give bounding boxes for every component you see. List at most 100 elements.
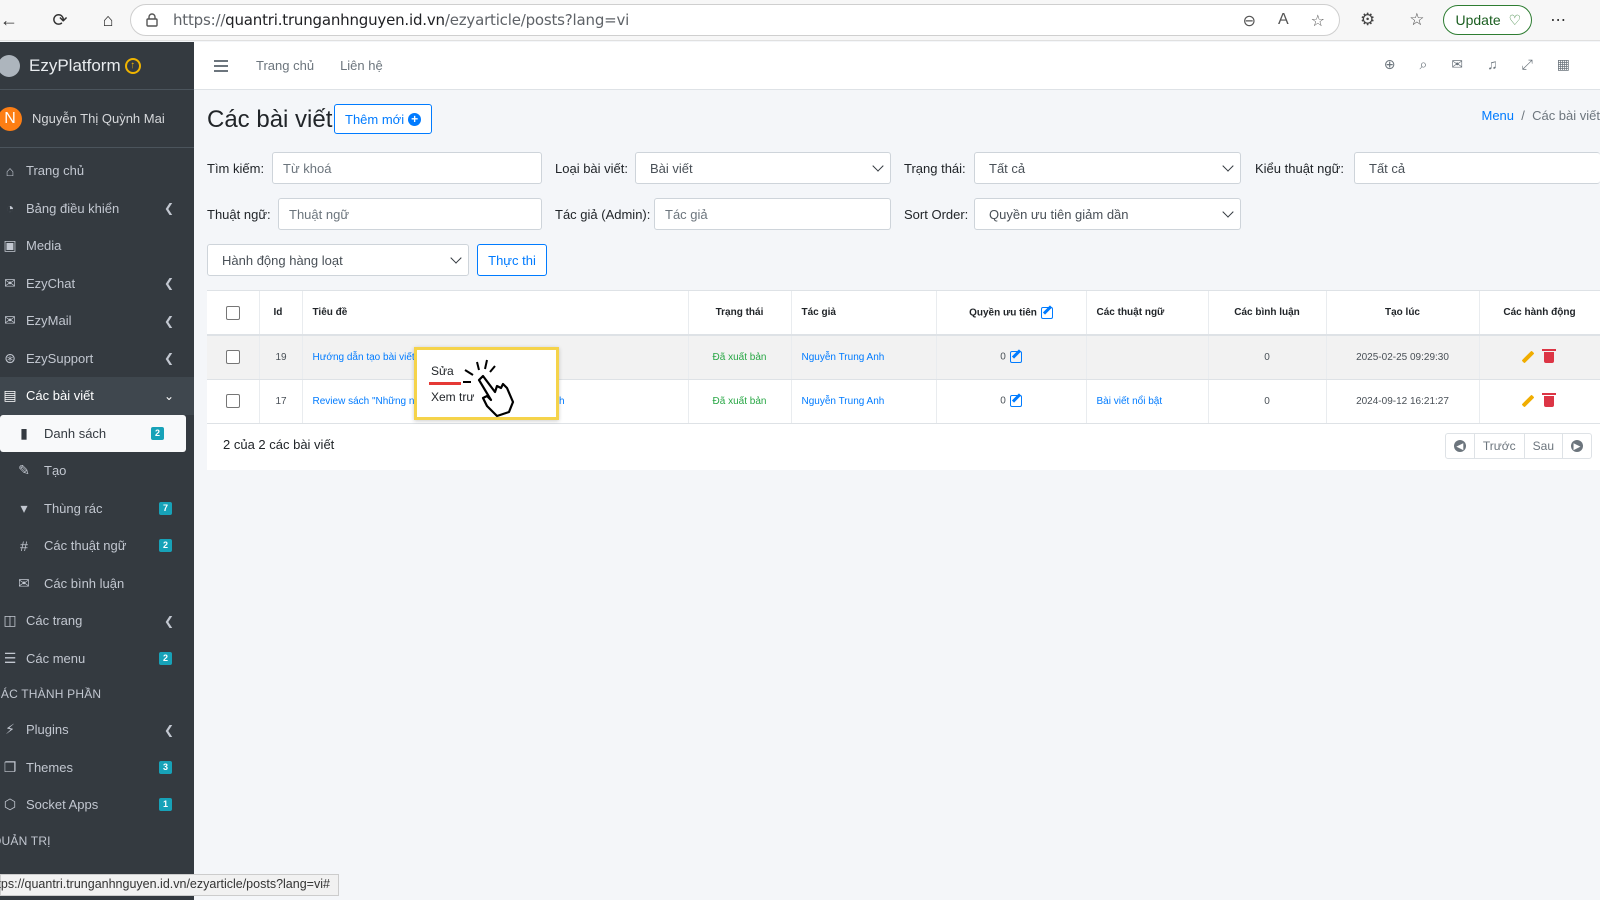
update-button[interactable]: Update ♡ xyxy=(1442,5,1533,35)
main-content: Các bài viết Thêm mới + Menu / Các bài vi… xyxy=(194,90,1600,900)
sidebar-item-socket-apps[interactable]: ⬡ Socket Apps 1 xyxy=(0,786,194,824)
row-author-link[interactable]: Nguyễn Trung Anh xyxy=(802,352,885,363)
col-title[interactable]: Tiêu đề xyxy=(302,291,689,336)
col-status[interactable]: Trạng thái xyxy=(688,291,792,336)
menus-badge: 2 xyxy=(159,651,172,665)
sidebar-item-ezymail[interactable]: ✉ EzyMail ❮ xyxy=(0,302,194,340)
fullscreen-icon[interactable]: ⤢ xyxy=(1522,56,1533,73)
term-type-select[interactable]: Tất cả xyxy=(1354,152,1600,184)
search-input[interactable]: Từ khoá xyxy=(272,152,542,184)
plus-circle-icon: + xyxy=(408,112,422,126)
select-all-checkbox[interactable] xyxy=(225,305,240,320)
row-comments: 0 xyxy=(1208,335,1327,380)
sidebar-item-list[interactable]: ▮ Danh sách 2 xyxy=(0,414,186,452)
row-id: 19 xyxy=(259,335,303,380)
comments-icon: ✉ xyxy=(18,574,30,591)
status-select[interactable]: Tất cả xyxy=(974,152,1241,184)
row-title-link[interactable]: Review sách "Những n xyxy=(313,396,415,407)
sidebar-item-trash[interactable]: ▾ Thùng rác 7 xyxy=(0,490,194,528)
user-panel[interactable]: N Nguyễn Thị Quỳnh Mai xyxy=(0,90,194,148)
avatar: N xyxy=(0,106,22,131)
grid-icon[interactable]: ▦ xyxy=(1557,56,1570,73)
sidebar-item-plugins[interactable]: ⚡ Plugins ❮ xyxy=(0,711,194,749)
row-terms xyxy=(1086,335,1209,380)
chevron-left-icon: ❮ xyxy=(163,276,174,291)
brand-logo-icon xyxy=(0,54,20,77)
sidebar-item-posts[interactable]: ▤ Các bài viết ⌄ xyxy=(0,377,194,415)
read-aloud-icon[interactable]: A xyxy=(1278,11,1289,31)
row-status: Đã xuất bản xyxy=(688,379,792,424)
sidebar-item-terms[interactable]: # Các thuật ngữ 2 xyxy=(0,527,194,565)
image-icon: ▣ xyxy=(3,237,17,254)
edit-priority-icon[interactable] xyxy=(1009,395,1022,407)
edit-priority-icon[interactable] xyxy=(1009,351,1022,364)
back-icon[interactable]: ← xyxy=(0,0,20,40)
row-checkbox[interactable] xyxy=(225,394,240,408)
favorite-star-icon[interactable]: ☆ xyxy=(1311,11,1325,31)
nav-home-link[interactable]: Trang chủ xyxy=(256,58,314,73)
themes-badge: 3 xyxy=(159,760,172,774)
edit-icon[interactable] xyxy=(1040,306,1053,319)
hamburger-icon[interactable] xyxy=(214,59,228,72)
col-priority[interactable]: Quyền ưu tiên xyxy=(936,291,1087,336)
sidebar-item-ezychat[interactable]: ✉ EzyChat ❮ xyxy=(0,265,194,303)
favorites-icon[interactable]: ☆ xyxy=(1409,10,1424,30)
row-terms-link[interactable]: Bài viết nổi bật xyxy=(1097,396,1163,407)
row-title-link[interactable]: Hướng dẫn tạo bài viết xyxy=(313,352,415,363)
address-bar[interactable]: https://quantri.trunganhnguyen.id.vn/ezy… xyxy=(130,4,1340,36)
chat-icon[interactable]: ✉ xyxy=(1451,56,1463,73)
sidebar-item-themes[interactable]: ❐ Themes 3 xyxy=(0,749,194,787)
execute-button[interactable]: Thực thi xyxy=(477,244,547,276)
sidebar-item-dashboard[interactable]: ◔ Bảng điều khiển ❮ xyxy=(0,190,194,228)
row-comments: 0 xyxy=(1208,379,1327,424)
col-author[interactable]: Tác giả xyxy=(791,291,937,336)
row-priority: 0 xyxy=(1000,395,1006,407)
list-badge: 2 xyxy=(151,426,164,440)
sidebar-item-menus[interactable]: ☰ Các menu 2 xyxy=(0,640,194,678)
more-icon[interactable]: ⋯ xyxy=(1550,10,1566,30)
prev-arrow-icon[interactable]: ◀ xyxy=(1446,434,1475,458)
row-author-link[interactable]: Nguyễn Trung Anh xyxy=(802,396,885,407)
bell-icon[interactable]: ♫ xyxy=(1487,56,1498,73)
add-new-button[interactable]: Thêm mới + xyxy=(334,104,433,134)
chevron-down-icon xyxy=(1222,160,1234,172)
term-input[interactable]: Thuật ngữ xyxy=(278,198,542,230)
upgrade-icon[interactable]: ↑ xyxy=(124,57,141,74)
sidebar-item-media[interactable]: ▣ Media xyxy=(0,227,194,265)
col-comments[interactable]: Các bình luận xyxy=(1208,291,1327,336)
brand[interactable]: EzyPlatform ↑ xyxy=(0,42,194,90)
globe-icon[interactable]: ⊕ xyxy=(1384,56,1396,73)
sort-order-select[interactable]: Quyền ưu tiên giảm dần xyxy=(974,198,1241,230)
term-type-label: Kiểu thuật ngữ: xyxy=(1255,161,1344,176)
sidebar-item-home[interactable]: ⌂ Trang chủ xyxy=(0,152,194,190)
trash-icon[interactable] xyxy=(1541,392,1556,407)
pencil-icon[interactable] xyxy=(1521,350,1534,364)
col-created[interactable]: Tạo lúc xyxy=(1326,291,1480,336)
next-arrow-icon[interactable]: ▶ xyxy=(1563,434,1591,458)
nav-contact-link[interactable]: Liên hệ xyxy=(340,58,383,73)
prev-button[interactable]: Trước xyxy=(1475,434,1525,458)
sidebar-item-ezysupport[interactable]: ⊛ EzySupport ❮ xyxy=(0,340,194,378)
trash-icon[interactable] xyxy=(1541,348,1556,363)
col-id[interactable]: Id xyxy=(259,291,303,336)
col-terms[interactable]: Các thuật ngữ xyxy=(1086,291,1209,336)
zoom-icon[interactable]: ⊖ xyxy=(1243,11,1256,31)
popup-edit-link[interactable]: Sửa xyxy=(431,364,454,378)
sidebar-header-components: CÁC THÀNH PHẦN xyxy=(0,687,102,701)
sidebar-item-comments[interactable]: ✉ Các bình luận xyxy=(0,565,194,603)
search-icon[interactable]: ⌕ xyxy=(1419,56,1427,73)
pencil-icon[interactable] xyxy=(1521,394,1534,408)
author-input[interactable]: Tác giả xyxy=(654,198,891,230)
next-button[interactable]: Sau xyxy=(1525,434,1563,458)
row-checkbox[interactable] xyxy=(225,350,240,365)
home-icon[interactable]: ⌂ xyxy=(88,0,128,40)
sidebar-item-create[interactable]: ✎ Tạo xyxy=(0,452,194,490)
refresh-icon[interactable]: ⟳ xyxy=(40,0,80,40)
extensions-icon[interactable]: ⚙ xyxy=(1360,10,1375,30)
bulk-action-select[interactable]: Hành động hàng loạt xyxy=(207,244,469,276)
post-type-select[interactable]: Bài viết xyxy=(635,152,891,184)
newspaper-icon: ▤ xyxy=(3,387,17,404)
sidebar-item-pages[interactable]: ◫ Các trang ❮ xyxy=(0,602,194,640)
breadcrumb-menu-link[interactable]: Menu xyxy=(1481,108,1514,123)
lifebuoy-icon: ⊛ xyxy=(4,349,16,366)
